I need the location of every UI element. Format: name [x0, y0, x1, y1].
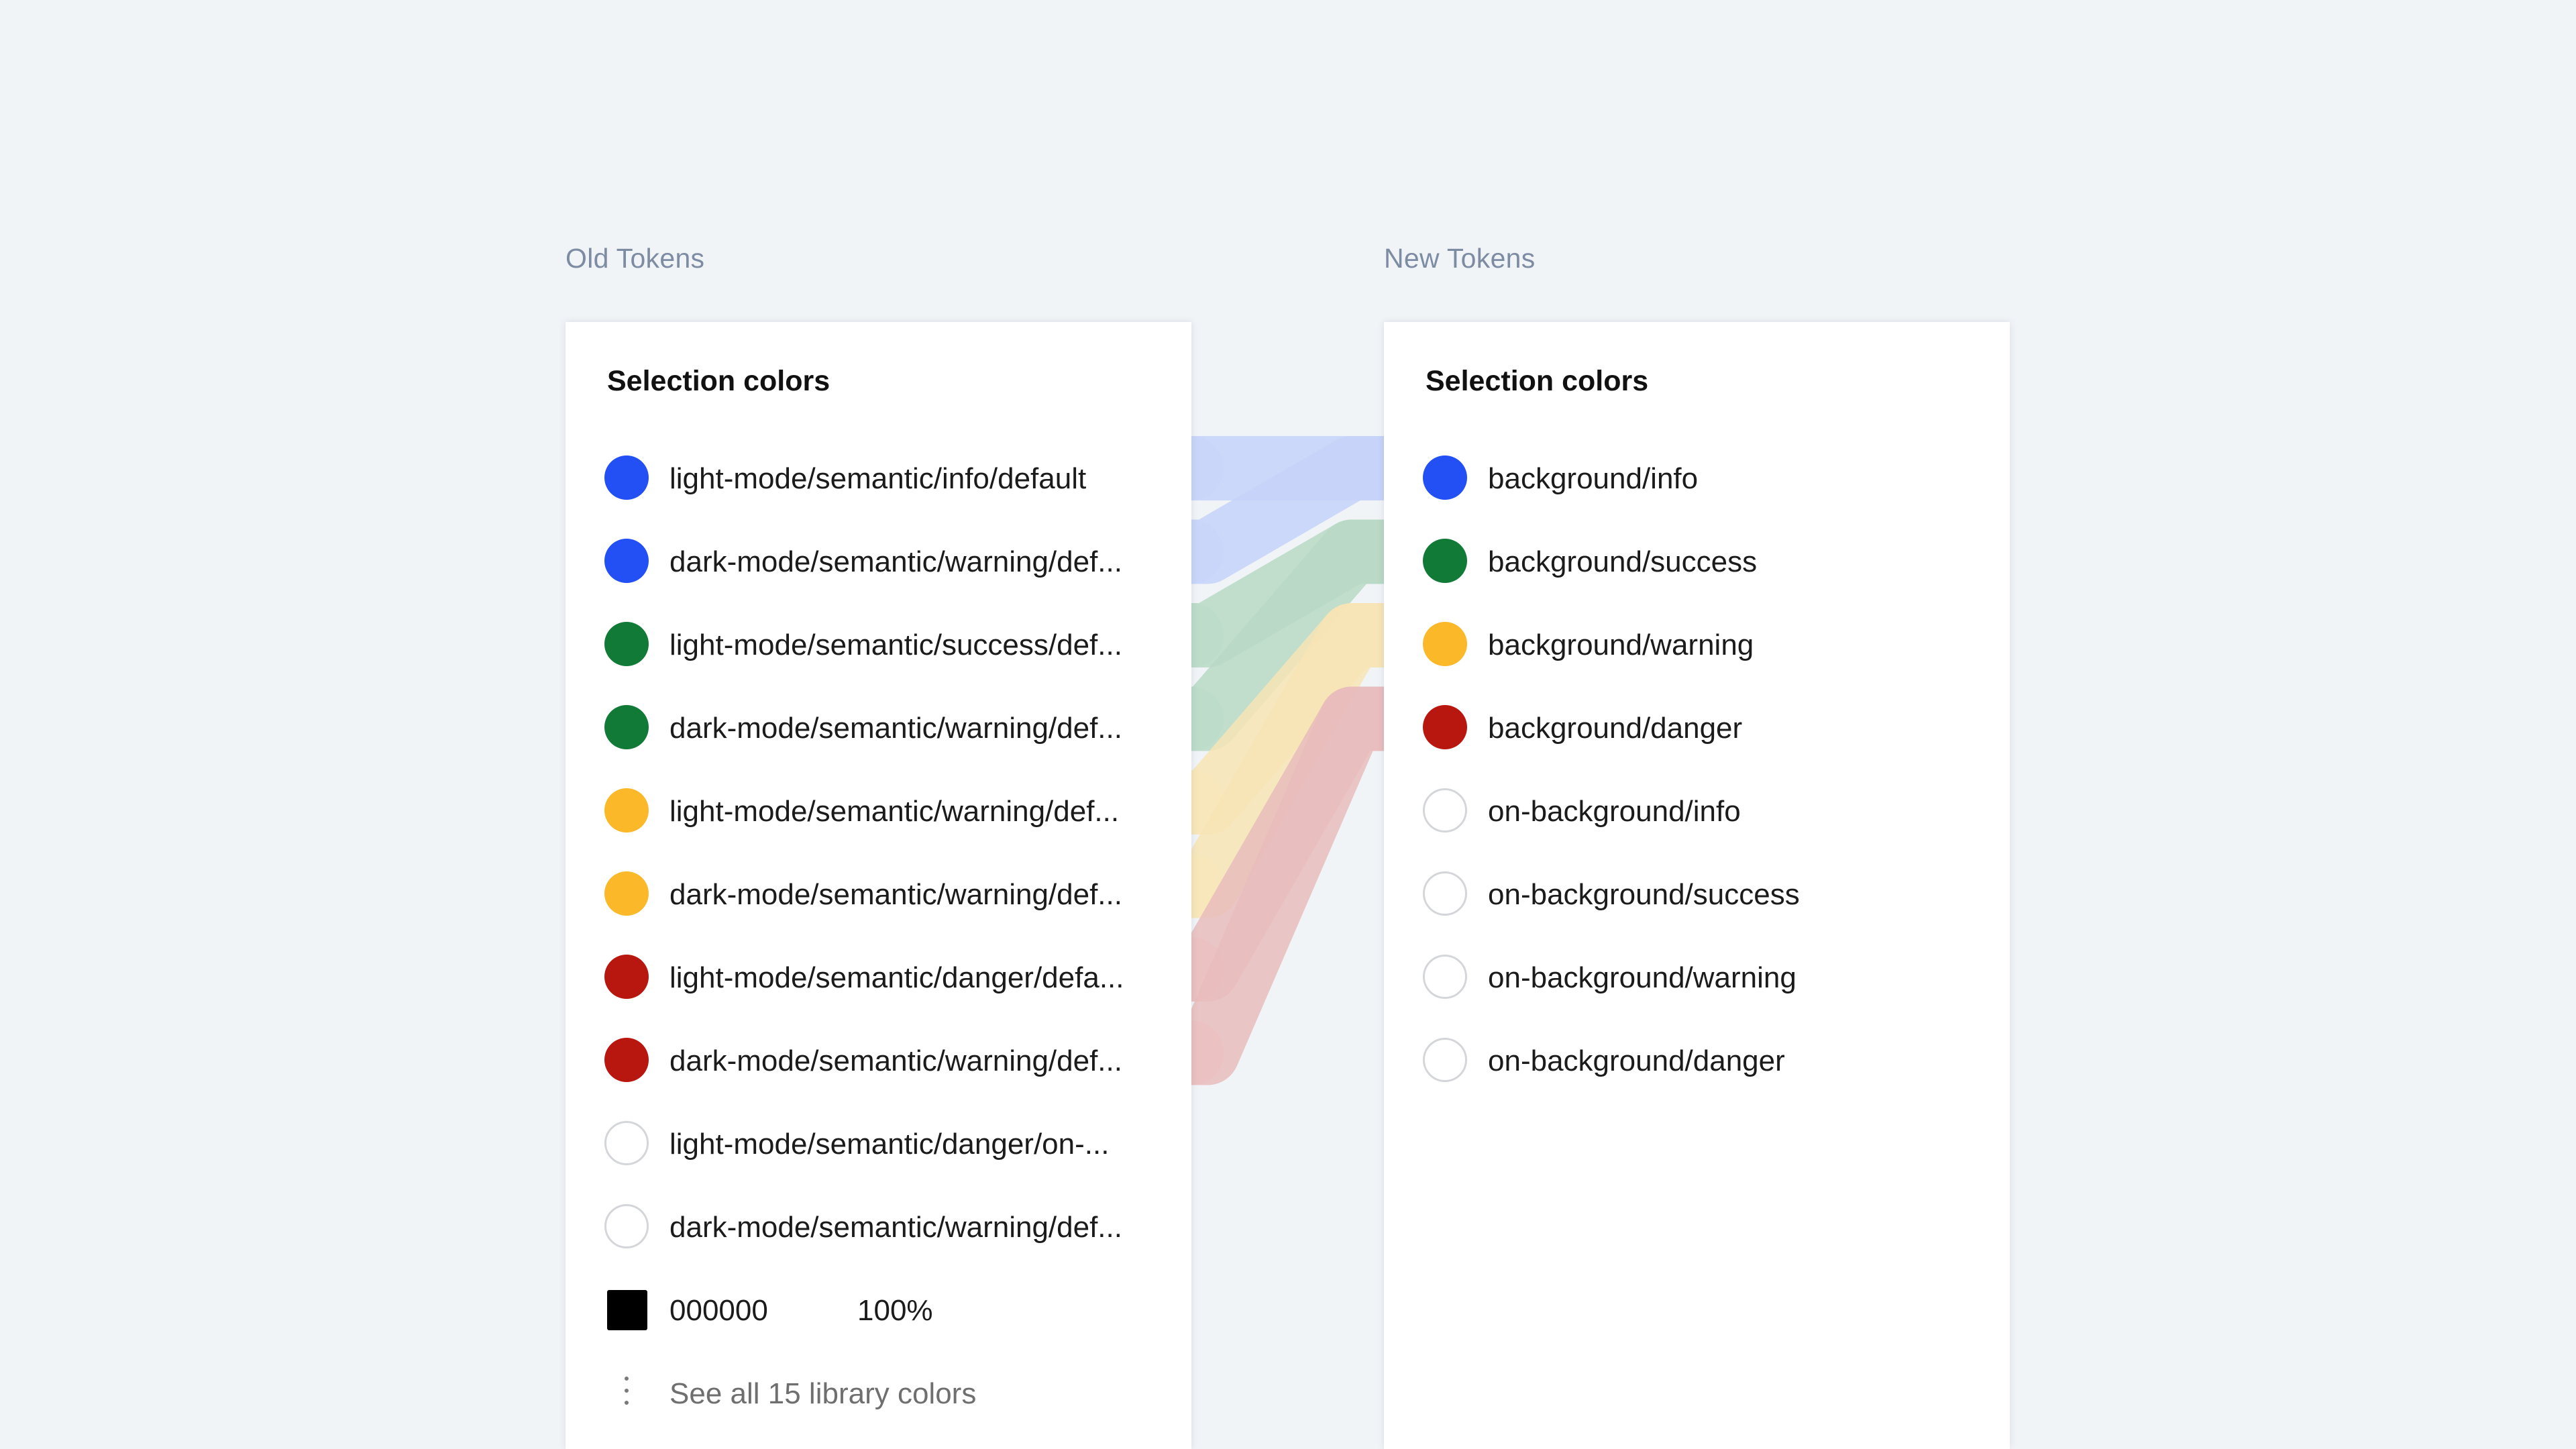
old-token-row[interactable]: light-mode/semantic/info/default — [566, 437, 1191, 521]
old-token-label: dark-mode/semantic/warning/def... — [669, 1044, 1122, 1077]
color-swatch-icon — [604, 622, 649, 666]
see-all-label: See all 15 library colors — [669, 1377, 977, 1410]
old-token-label: dark-mode/semantic/warning/def... — [669, 1211, 1122, 1244]
new-token-label: on-background/info — [1488, 795, 1741, 828]
color-swatch-icon — [604, 1038, 649, 1082]
color-swatch-icon — [604, 455, 649, 500]
new-token-list: background/info background/success backg… — [1384, 437, 2010, 1103]
color-swatch-icon — [1423, 1038, 1467, 1082]
old-token-row[interactable]: light-mode/semantic/success/def... — [566, 604, 1191, 687]
color-swatch-icon — [1423, 788, 1467, 833]
new-token-row[interactable]: on-background/info — [1384, 770, 2010, 853]
old-token-label: light-mode/semantic/danger/defa... — [669, 961, 1124, 994]
new-panel-title: Selection colors — [1426, 365, 1649, 397]
old-token-row[interactable]: light-mode/semantic/danger/on-... — [566, 1103, 1191, 1186]
more-vertical-icon — [621, 1377, 633, 1413]
old-tokens-heading: Old Tokens — [566, 243, 705, 274]
old-token-label: light-mode/semantic/warning/def... — [669, 795, 1120, 828]
old-token-label: dark-mode/semantic/warning/def... — [669, 712, 1122, 745]
color-swatch-icon — [604, 1204, 649, 1248]
color-swatch-icon — [1423, 955, 1467, 999]
raw-color-hex: 000000 — [669, 1294, 768, 1327]
color-swatch-icon — [1423, 539, 1467, 583]
old-token-label: dark-mode/semantic/warning/def... — [669, 545, 1122, 578]
old-token-row[interactable]: light-mode/semantic/danger/defa... — [566, 936, 1191, 1020]
new-token-row[interactable]: background/warning — [1384, 604, 2010, 687]
color-swatch-icon — [1423, 705, 1467, 749]
old-token-row[interactable]: dark-mode/semantic/warning/def... — [566, 853, 1191, 936]
color-swatch-icon — [604, 955, 649, 999]
old-token-row[interactable]: dark-mode/semantic/warning/def... — [566, 1186, 1191, 1269]
old-token-label: light-mode/semantic/info/default — [669, 462, 1087, 495]
new-token-label: background/info — [1488, 462, 1699, 495]
new-token-row[interactable]: on-background/success — [1384, 853, 2010, 936]
new-token-row[interactable]: background/danger — [1384, 687, 2010, 770]
color-swatch-icon — [604, 871, 649, 916]
old-token-list: light-mode/semantic/info/default dark-mo… — [566, 437, 1191, 1436]
new-token-label: on-background/warning — [1488, 961, 1796, 994]
new-token-label: on-background/danger — [1488, 1044, 1785, 1077]
color-swatch-icon — [1423, 455, 1467, 500]
new-token-label: background/danger — [1488, 712, 1743, 745]
raw-color-row[interactable]: 000000 100% — [566, 1269, 1191, 1352]
new-token-label: background/warning — [1488, 629, 1754, 661]
old-token-row[interactable]: dark-mode/semantic/warning/def... — [566, 1020, 1191, 1103]
color-swatch-icon — [604, 1121, 649, 1165]
new-token-label: on-background/success — [1488, 878, 1800, 911]
color-swatch-icon — [1423, 871, 1467, 916]
old-token-label: dark-mode/semantic/warning/def... — [669, 878, 1122, 911]
old-panel-title: Selection colors — [607, 365, 830, 397]
see-all-colors-link[interactable]: See all 15 library colors — [566, 1352, 1191, 1436]
old-token-label: light-mode/semantic/danger/on-... — [669, 1128, 1110, 1161]
new-token-row[interactable]: on-background/danger — [1384, 1020, 2010, 1103]
raw-color-swatch-icon — [607, 1290, 647, 1330]
color-swatch-icon — [604, 705, 649, 749]
new-token-label: background/success — [1488, 545, 1758, 578]
old-token-row[interactable]: light-mode/semantic/warning/def... — [566, 770, 1191, 853]
old-token-row[interactable]: dark-mode/semantic/warning/def... — [566, 521, 1191, 604]
color-swatch-icon — [604, 539, 649, 583]
new-tokens-heading: New Tokens — [1384, 243, 1536, 274]
old-tokens-panel: Selection colors light-mode/semantic/inf… — [566, 322, 1191, 1449]
new-token-row[interactable]: background/info — [1384, 437, 2010, 521]
color-swatch-icon — [604, 788, 649, 833]
color-swatch-icon — [1423, 622, 1467, 666]
raw-color-opacity: 100% — [857, 1294, 933, 1327]
old-token-label: light-mode/semantic/success/def... — [669, 629, 1122, 661]
token-mapping-connectors — [596, 436, 1796, 1085]
old-token-row[interactable]: dark-mode/semantic/warning/def... — [566, 687, 1191, 770]
new-token-row[interactable]: on-background/warning — [1384, 936, 2010, 1020]
new-tokens-panel: Selection colors background/info backgro… — [1384, 322, 2010, 1449]
new-token-row[interactable]: background/success — [1384, 521, 2010, 604]
